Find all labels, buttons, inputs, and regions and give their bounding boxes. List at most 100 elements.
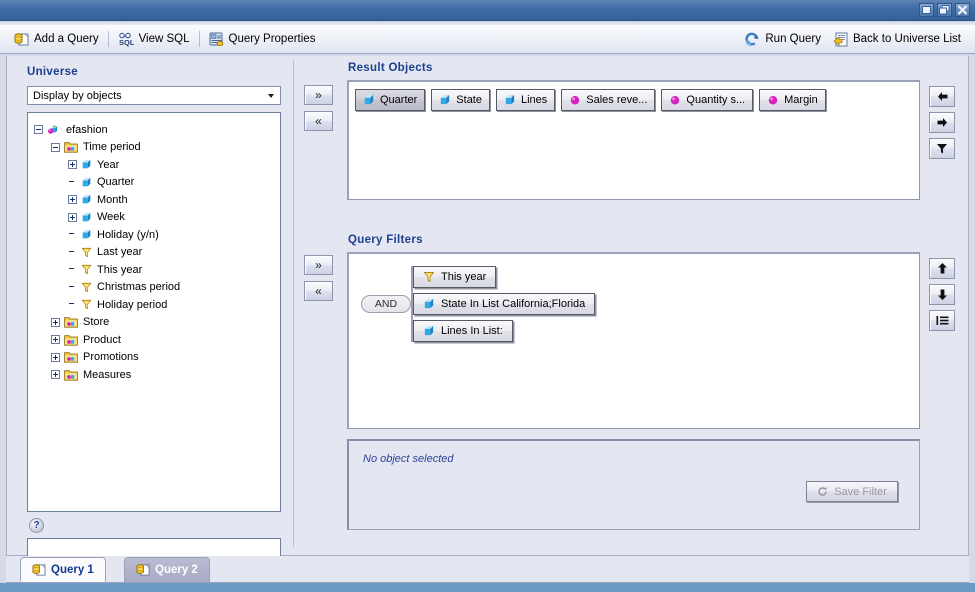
- query-filter-chip[interactable]: State In List California;Florida: [413, 293, 596, 315]
- filter-icon: [937, 143, 947, 153]
- tree-item-this-year[interactable]: This year: [34, 261, 276, 279]
- tree-item-label: Month: [97, 193, 128, 206]
- query-icon: [32, 563, 46, 577]
- result-object-label: Quantity s...: [686, 94, 746, 106]
- query-panel-window: Add a Query SQL View SQL Query Propertie…: [0, 0, 975, 592]
- add-filter-button[interactable]: [929, 138, 955, 159]
- tree-item-time-period[interactable]: Time period: [34, 139, 276, 157]
- tree-item-holiday-y-n[interactable]: Holiday (y/n): [34, 226, 276, 244]
- display-by-select[interactable]: Display by objects: [27, 86, 281, 105]
- tree-item-label: Christmas period: [97, 281, 181, 294]
- toolbar-separator: [198, 31, 200, 47]
- dimension-icon: [81, 229, 92, 240]
- result-object-chip[interactable]: Sales reve...: [561, 89, 656, 111]
- tree-item-week[interactable]: Week: [34, 209, 276, 227]
- query-icon: [136, 563, 150, 577]
- tree-item-last-year[interactable]: Last year: [34, 244, 276, 262]
- universe-title: Universe: [27, 66, 78, 78]
- filter-icon: [81, 264, 92, 275]
- move-right-button[interactable]: [929, 112, 955, 133]
- restore-icon[interactable]: [937, 3, 952, 17]
- back-to-universe-list-button[interactable]: Back to Universe List: [827, 30, 967, 49]
- run-query-label: Run Query: [765, 33, 821, 45]
- dimension-icon: [81, 212, 92, 223]
- result-object-label: State: [456, 94, 482, 106]
- query-properties-button[interactable]: Query Properties: [203, 30, 322, 49]
- tab-query-2-label: Query 2: [155, 564, 198, 576]
- expand-icon[interactable]: [51, 317, 60, 327]
- filter-icon: [81, 247, 92, 258]
- move-down-button[interactable]: [929, 284, 955, 305]
- help-icon[interactable]: ?: [29, 518, 44, 533]
- result-object-label: Sales reve...: [586, 94, 648, 106]
- save-filter-label: Save Filter: [834, 485, 887, 498]
- tree-toggle-spacer: [68, 283, 77, 292]
- svg-text:SQL: SQL: [119, 38, 134, 47]
- tree-item-store[interactable]: Store: [34, 314, 276, 332]
- expand-icon[interactable]: [51, 370, 60, 380]
- expand-icon[interactable]: [51, 352, 60, 362]
- collapse-icon[interactable]: [51, 142, 60, 152]
- dimension-icon: [423, 325, 435, 337]
- tree-toggle-spacer: [68, 248, 77, 257]
- tree-item-product[interactable]: Product: [34, 331, 276, 349]
- tree-item-month[interactable]: Month: [34, 191, 276, 209]
- dimension-icon: [504, 94, 516, 106]
- tree-item-efashion[interactable]: efashion: [34, 121, 276, 139]
- result-object-chip[interactable]: Quantity s...: [661, 89, 754, 111]
- tree-item-promotions[interactable]: Promotions: [34, 349, 276, 367]
- expand-icon[interactable]: [68, 160, 77, 170]
- universe-tree[interactable]: efashion Time period Year Quarter Month Week H…: [27, 112, 281, 512]
- minimize-icon[interactable]: [919, 3, 934, 17]
- tree-item-quarter[interactable]: Quarter: [34, 174, 276, 192]
- result-object-chip[interactable]: Quarter: [355, 89, 426, 111]
- result-object-chip[interactable]: Lines: [495, 89, 556, 111]
- chevron-down-icon: [268, 93, 274, 98]
- expand-icon[interactable]: [68, 195, 77, 205]
- tree-item-christmas-period[interactable]: Christmas period: [34, 279, 276, 297]
- refresh-icon: [817, 486, 828, 497]
- query-properties-icon: [209, 32, 224, 47]
- indent-icon: [936, 316, 948, 325]
- expand-icon[interactable]: [51, 335, 60, 345]
- view-sql-label: View SQL: [138, 33, 190, 45]
- move-left-button[interactable]: [929, 86, 955, 107]
- collapse-icon[interactable]: [34, 125, 43, 135]
- query-filter-label: Lines In List:: [441, 325, 503, 337]
- result-objects-list[interactable]: Quarter State Lines Sales reve... Quantity s…: [347, 80, 920, 200]
- tree-item-label: Product: [83, 333, 121, 346]
- add-query-button[interactable]: Add a Query: [8, 30, 105, 49]
- query-filters-list[interactable]: AND This year State In List California;Fl…: [347, 252, 920, 429]
- measure-icon: [569, 94, 581, 106]
- tree-item-label: Quarter: [97, 176, 135, 189]
- run-query-button[interactable]: Run Query: [738, 30, 827, 49]
- tree-item-year[interactable]: Year: [34, 156, 276, 174]
- save-filter-button[interactable]: Save Filter: [806, 481, 898, 502]
- indent-button[interactable]: [929, 310, 955, 331]
- query-filters-title: Query Filters: [348, 234, 423, 246]
- result-object-chip[interactable]: State: [431, 89, 490, 111]
- sql-icon: SQL: [118, 32, 134, 47]
- filter-operator[interactable]: AND: [361, 295, 411, 313]
- tree-item-measures[interactable]: Measures: [34, 366, 276, 384]
- close-icon[interactable]: [955, 3, 970, 17]
- move-up-button[interactable]: [929, 258, 955, 279]
- query-filter-chip[interactable]: Lines In List:: [413, 320, 513, 342]
- result-object-chip[interactable]: Margin: [759, 89, 826, 111]
- view-sql-button[interactable]: SQL View SQL: [112, 30, 196, 49]
- dimension-icon: [439, 94, 451, 106]
- dimension-icon: [81, 194, 92, 205]
- tab-query-1[interactable]: Query 1: [20, 557, 106, 582]
- query-filter-chip[interactable]: This year: [413, 266, 497, 288]
- universe-icon: [47, 123, 61, 137]
- expand-icon[interactable]: [68, 212, 77, 222]
- filter-and-group: AND This year State In List California;Fl…: [361, 266, 596, 342]
- tab-query-2[interactable]: Query 2: [124, 557, 210, 582]
- result-objects-title: Result Objects: [348, 62, 433, 74]
- tree-toggle-spacer: [68, 265, 77, 274]
- query-definition-pane: Result Objects Quarter State Lines Sales re…: [299, 60, 964, 551]
- result-object-label: Lines: [520, 94, 548, 106]
- filter-icon: [423, 271, 435, 283]
- tree-item-label: Holiday period: [97, 298, 168, 311]
- tree-item-holiday-period[interactable]: Holiday period: [34, 296, 276, 314]
